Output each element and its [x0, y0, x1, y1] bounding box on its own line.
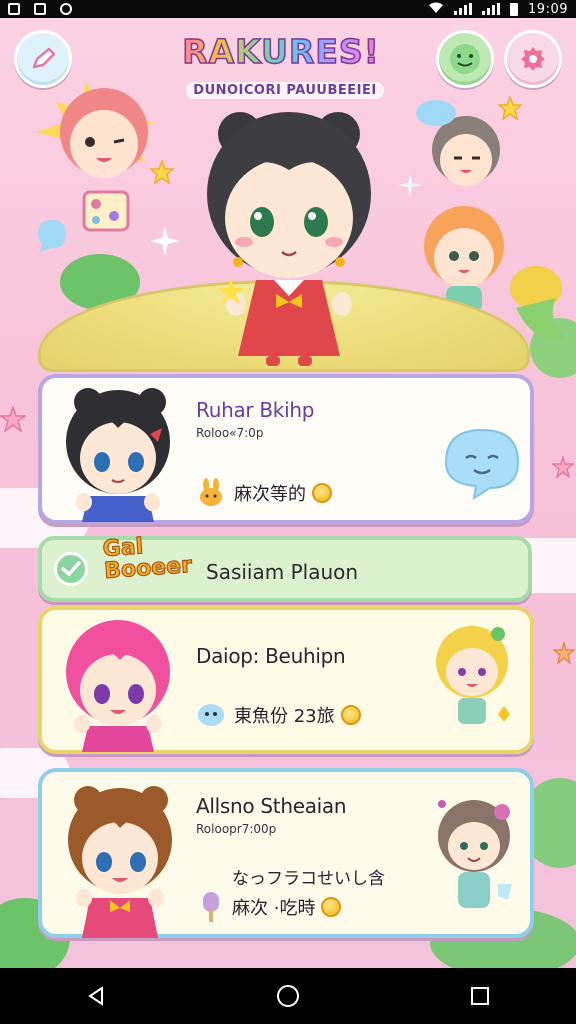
signal-icon [454, 3, 473, 15]
game-screen: RAKURES! DUNOICORI PAUUBEEIEI Ruhar Bkih… [0, 18, 576, 968]
gift-icon [82, 190, 130, 232]
home-icon [277, 985, 299, 1007]
bunny-icon [200, 478, 222, 506]
game-title: RAKURES! [176, 31, 386, 72]
coin-icon [340, 705, 361, 725]
main-character[interactable] [194, 108, 384, 368]
star-icon [553, 642, 575, 664]
character-name: Daiop: Beuhipn [196, 644, 346, 668]
notification-icon [60, 3, 72, 15]
card-reward-row: 麻次 ·吃時 [196, 890, 342, 924]
clock: 19:09 [528, 1, 568, 17]
banner-row[interactable]: Gal Booeer Sasiiam Plauon [38, 534, 532, 602]
navigation-bar [0, 968, 576, 1024]
back-icon [88, 986, 103, 1006]
character-card[interactable]: Daiop: Beuhipn 東魚份 23旅 [38, 606, 534, 754]
card-reward-row: 麻次等的 [196, 478, 332, 508]
ghost-icon [444, 428, 520, 501]
character-card[interactable]: Ruhar Bkihp Roloo«7:0p 麻次等的 [38, 374, 534, 524]
character-name: Ruhar Bkihp [196, 398, 315, 422]
reward-text: 東魚份 23旅 [234, 706, 335, 727]
friends-button[interactable] [436, 30, 494, 88]
character-avatar [436, 626, 510, 724]
character-status: Roloo«7:0p [196, 426, 264, 440]
coin-icon [312, 483, 332, 503]
bubble-icon [198, 704, 224, 726]
gear-icon [521, 47, 545, 71]
card-reward-row: 東魚份 23旅 [196, 700, 361, 730]
notification-icon [8, 3, 20, 15]
character-status: Roloopr7:00p [196, 822, 277, 836]
reward-text: 麻次 ·吃時 [232, 898, 316, 919]
back-button[interactable] [66, 976, 126, 1016]
banner-logo: Gal Booeer [101, 534, 193, 585]
character-avatar [36, 82, 154, 178]
battery-icon [510, 2, 519, 16]
star-icon [0, 406, 26, 432]
wifi-icon [428, 2, 444, 17]
coin-icon [321, 897, 342, 917]
smiley-icon [450, 44, 480, 74]
home-button[interactable] [258, 976, 318, 1016]
character-avatar [68, 786, 172, 938]
star-icon [552, 456, 574, 478]
character-avatar [66, 620, 170, 752]
character-name: Allsno Stheaian [196, 794, 347, 818]
game-subtitle: DUNOICORI PAUUBEEIEI [186, 82, 384, 99]
notification-icon [34, 3, 46, 15]
reward-text: 麻次等的 [234, 484, 306, 505]
popsicle-icon [203, 892, 219, 922]
card-description: なっフラコせいし含 [232, 869, 385, 889]
character-card[interactable]: Allsno Stheaian Roloopr7:00p なっフラコせいし含 麻… [38, 768, 534, 938]
settings-button[interactable] [504, 30, 562, 88]
character-avatar [438, 800, 512, 908]
recents-button[interactable] [450, 976, 510, 1016]
sparkle-icon [398, 173, 422, 197]
character-avatar [66, 388, 170, 522]
signal-icon [482, 3, 501, 15]
status-bar: 19:09 [0, 0, 576, 18]
check-icon [54, 552, 88, 586]
banner-text: Sasiiam Plauon [206, 560, 359, 584]
bubble-icon [416, 100, 456, 126]
sparkle-icon [150, 226, 180, 256]
recents-icon [471, 987, 489, 1005]
bubble-icon [38, 220, 66, 252]
